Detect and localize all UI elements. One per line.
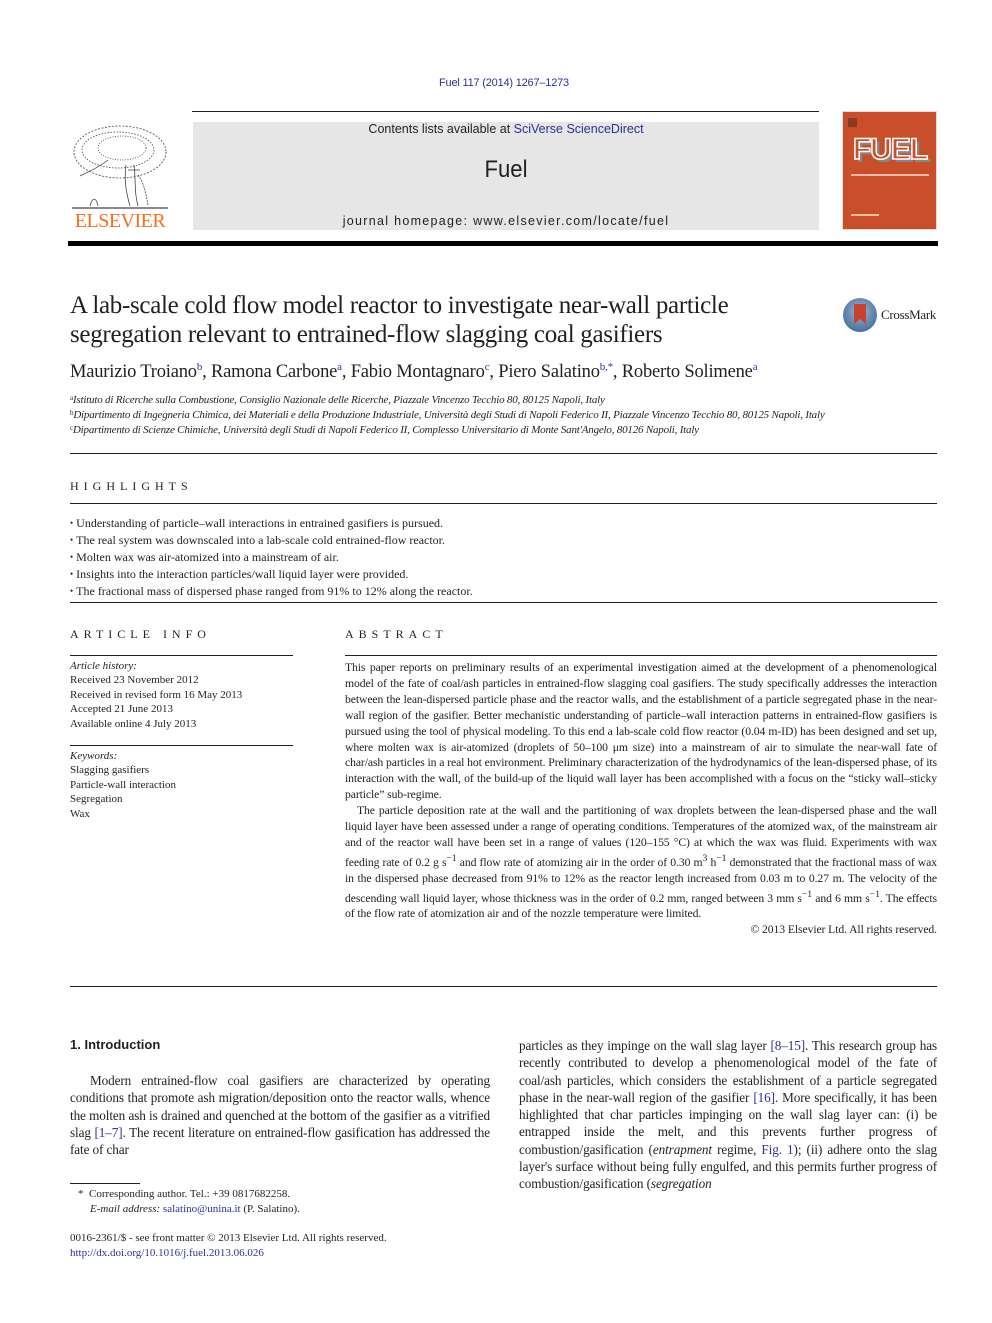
divider (345, 655, 937, 656)
asterisk-icon: * (78, 1188, 89, 1200)
contents-line: Contents lists available at SciVerse Sci… (193, 122, 819, 136)
highlight-item: Understanding of particle–wall interacti… (70, 515, 930, 532)
highlight-item: Molten wax was air-atomized into a mains… (70, 549, 930, 566)
author[interactable]: Ramona Carbonea (211, 361, 342, 382)
history-item: Accepted 21 June 2013 (70, 703, 173, 716)
journal-citation-link[interactable]: Fuel 117 (2014) 1267–1273 (0, 77, 992, 89)
sciencedirect-link[interactable]: SciVerse ScienceDirect (514, 122, 644, 136)
email-link[interactable]: salatino@unina.it (163, 1203, 241, 1215)
journal-banner: Contents lists available at SciVerse Sci… (193, 122, 819, 230)
crossmark-button[interactable]: CrossMark (843, 298, 943, 334)
journal-name: Fuel (484, 156, 528, 183)
affiliation-marker[interactable]: b (197, 361, 203, 373)
intro-paragraph: particles as they impinge on the wall sl… (519, 1038, 938, 1192)
crossmark-label: CrossMark (881, 307, 937, 322)
keyword: Wax (70, 807, 90, 820)
homepage-prefix: journal homepage: (342, 214, 474, 228)
history-item: Received in revised form 16 May 2013 (70, 688, 243, 701)
header-rule (192, 111, 819, 112)
abstract-copyright: © 2013 Elsevier Ltd. All rights reserved… (750, 923, 937, 937)
intro-column-left: Modern entrained-flow coal gasifiers are… (70, 1072, 490, 1158)
abstract-body: This paper reports on preliminary result… (345, 660, 937, 938)
reference-link[interactable]: [8–15] (771, 1038, 806, 1053)
issn-line: 0016-2361/$ - see front matter © 2013 El… (70, 1232, 387, 1244)
keyword: Segregation (70, 793, 123, 806)
affiliation-marker[interactable]: a (753, 361, 758, 373)
highlight-item: The real system was downscaled into a la… (70, 532, 930, 549)
reference-link[interactable]: [16] (753, 1090, 775, 1105)
history-label: Article history: (70, 660, 137, 672)
corresponding-author-note: * Corresponding author. Tel.: +39 081768… (78, 1188, 291, 1200)
author-list: Maurizio Troianob, Ramona Carbonea, Fabi… (70, 361, 758, 382)
title-line-2: segregation relevant to entrained-flow s… (70, 321, 663, 348)
article-title: A lab-scale cold flow model reactor to i… (70, 291, 810, 349)
front-matter: 0016-2361/$ - see front matter © 2013 El… (70, 1231, 510, 1260)
author[interactable]: Maurizio Troianob (70, 361, 203, 382)
figure-link[interactable]: Fig. 1 (761, 1142, 793, 1157)
affiliation-marker[interactable]: c (485, 361, 490, 373)
elsevier-wordmark: ELSEVIER (74, 210, 166, 232)
journal-cover-image[interactable]: FUEL (842, 111, 937, 230)
header-thick-rule (68, 241, 938, 246)
homepage-link[interactable]: www.elsevier.com/locate/fuel (473, 214, 669, 228)
highlights-heading: HIGHLIGHTS (70, 479, 193, 493)
article-info-heading: ARTICLE INFO (70, 627, 211, 641)
article-history: Article history: Received 23 November 20… (70, 659, 295, 731)
cover-tagline (851, 174, 929, 176)
intro-paragraph: Modern entrained-flow coal gasifiers are… (70, 1073, 490, 1158)
history-item: Received 23 November 2012 (70, 674, 199, 687)
affiliation: bDipartimento di Ingegneria Chimica, dei… (70, 409, 825, 421)
author[interactable]: Piero Salatinob,* (498, 361, 613, 382)
doi-link[interactable]: http://dx.doi.org/10.1016/j.fuel.2013.06… (70, 1246, 510, 1261)
affiliation-marker[interactable]: a (337, 361, 342, 373)
footnote-rule (70, 1183, 140, 1184)
email-note: E-mail address: salatino@unina.it (P. Sa… (90, 1202, 300, 1215)
author[interactable]: Roberto Solimenea (622, 361, 758, 382)
keyword: Slagging gasifiers (70, 764, 150, 777)
author[interactable]: Fabio Montagnaroc (351, 361, 490, 382)
divider (70, 745, 293, 746)
highlight-item: Insights into the interaction particles/… (70, 566, 930, 583)
title-line-1: A lab-scale cold flow model reactor to i… (70, 292, 729, 319)
tree-icon (72, 125, 168, 209)
journal-homepage: journal homepage: www.elsevier.com/locat… (193, 214, 819, 228)
section-heading-introduction: 1. Introduction (70, 1037, 161, 1052)
history-item: Available online 4 July 2013 (70, 717, 197, 730)
footnote: * Corresponding author. Tel.: +39 081768… (70, 1187, 490, 1216)
keywords-label: Keywords: (70, 750, 118, 762)
contents-prefix: Contents lists available at (368, 122, 514, 136)
highlights-list: Understanding of particle–wall interacti… (70, 515, 930, 600)
divider (70, 655, 293, 656)
abstract-paragraph: This paper reports on preliminary result… (345, 661, 937, 802)
affiliation: cDipartimento di Scienze Chimiche, Unive… (70, 424, 699, 436)
divider (70, 503, 937, 504)
divider (70, 602, 937, 603)
cover-title: FUEL (852, 133, 929, 167)
abstract-heading: ABSTRACT (345, 627, 448, 641)
divider (70, 986, 937, 987)
abstract-paragraph: The particle deposition rate at the wall… (345, 804, 937, 921)
keyword: Particle-wall interaction (70, 778, 176, 791)
divider (70, 453, 937, 454)
cover-publisher-icon (848, 118, 857, 127)
intro-column-right: particles as they impinge on the wall sl… (519, 1037, 937, 1193)
cover-editor-line (851, 214, 879, 216)
keywords: Keywords: Slagging gasifiers Particle-wa… (70, 749, 295, 821)
affiliation: aIstituto di Ricerche sulla Combustione,… (70, 394, 605, 406)
reference-link[interactable]: [1–7] (94, 1125, 122, 1140)
highlight-item: The fractional mass of dispersed phase r… (70, 583, 930, 600)
affiliation-marker[interactable]: b,* (600, 361, 613, 373)
